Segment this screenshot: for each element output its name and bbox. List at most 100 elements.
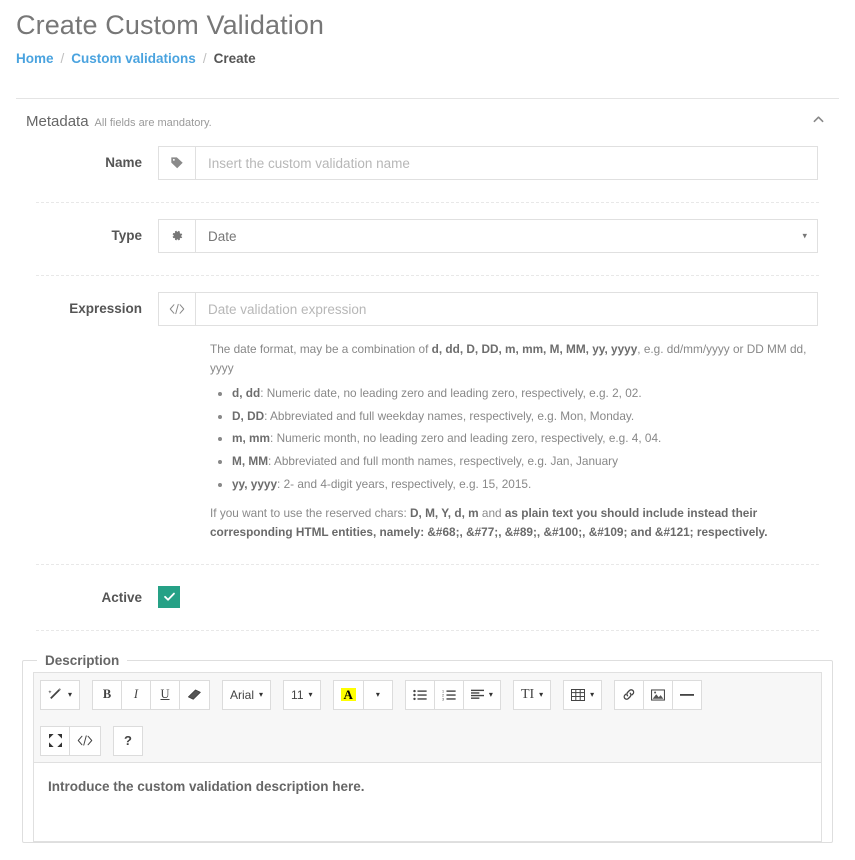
chevron-up-icon[interactable] <box>805 107 831 131</box>
highlight-color-icon[interactable]: A <box>332 679 364 710</box>
caret-icon: ▾ <box>539 690 544 700</box>
breadcrumb-separator: / <box>202 51 207 66</box>
caret-icon: ▾ <box>590 690 595 700</box>
list-item: m, mm: Numeric month, no leading zero an… <box>232 429 815 448</box>
line-height-label: TI <box>520 686 535 702</box>
toolbar-group-line-height: TI ▾ <box>512 679 552 710</box>
italic-icon[interactable]: I <box>121 679 152 710</box>
field-row-name: Name Insert the custom validation name <box>16 130 839 180</box>
caret-icon: ▾ <box>375 690 380 700</box>
line-height-icon[interactable]: TI ▾ <box>512 679 552 710</box>
description-legend: Description <box>45 652 120 668</box>
note-chars: D, M, Y, d, m <box>410 505 479 520</box>
caret-icon: ▾ <box>259 690 264 700</box>
editor-toolbar: ▾ B I U Arial ▾ 11 ▾ A ▾ 1 2 3 ▾ TI ▾ ▾ … <box>33 671 822 762</box>
gear-icon <box>158 219 195 253</box>
help-icon[interactable]: ? <box>113 725 143 756</box>
metadata-title: Metadata <box>26 113 89 130</box>
underline-icon[interactable]: U <box>150 679 181 710</box>
toolbar-group-table: ▾ <box>563 679 603 710</box>
table-icon[interactable]: ▾ <box>563 679 603 710</box>
unordered-list-icon[interactable] <box>404 679 435 710</box>
description-editor-body[interactable]: Introduce the custom validation descript… <box>33 761 822 842</box>
check-icon <box>163 593 175 602</box>
field-row-type: Type Date ▾ <box>16 203 839 253</box>
color-picker-caret-icon[interactable]: ▾ <box>362 679 393 710</box>
fullscreen-icon[interactable] <box>40 725 70 756</box>
help-intro-tokens: d, dd, D, DD, m, mm, M, MM, yy, yyyy <box>431 342 638 356</box>
horizontal-rule-icon[interactable] <box>672 679 703 710</box>
expression-label: Expression <box>69 301 142 316</box>
toolbar-group-style: ▾ <box>40 679 81 710</box>
metadata-subtitle: All fields are mandatory. <box>94 117 212 129</box>
toolbar-group-font-size: 11 ▾ <box>283 679 321 710</box>
toolbar-group-help: ? <box>113 725 143 756</box>
page-root: Create Custom Validation Home / Custom v… <box>0 10 855 843</box>
code-icon <box>158 292 195 326</box>
name-input-group: Insert the custom validation name <box>158 146 818 180</box>
toolbar-group-insert <box>614 679 703 710</box>
field-row-active: Active <box>16 565 839 608</box>
help-item-tokens: d, dd <box>232 386 261 401</box>
help-item-text: : Abbreviated and full weekday names, re… <box>264 408 635 423</box>
toolbar-group-font-family: Arial ▾ <box>222 679 272 710</box>
field-row-expression: Expression Date validation expression <box>16 276 839 326</box>
help-intro-prefix: The date format, may be a combination of <box>210 342 432 356</box>
ordered-list-icon[interactable]: 123 <box>433 679 464 710</box>
toolbar-group-view <box>40 725 101 756</box>
code-view-icon[interactable] <box>69 725 101 756</box>
paragraph-align-icon[interactable]: ▾ <box>462 679 501 710</box>
type-select[interactable]: Date ▾ <box>195 219 818 253</box>
tag-icon <box>158 146 195 180</box>
toolbar-group-lists: 123 ▾ <box>404 679 501 710</box>
help-item-text: : 2- and 4-digit years, respectively, e.… <box>277 476 532 491</box>
font-family-select[interactable]: Arial ▾ <box>222 679 272 710</box>
caret-icon: ▾ <box>68 690 73 700</box>
toolbar-group-color: A ▾ <box>332 679 393 710</box>
row-divider <box>36 629 819 631</box>
help-list: d, dd: Numeric date, no leading zero and… <box>210 384 815 494</box>
help-item-tokens: m, mm <box>232 431 271 446</box>
expression-help: The date format, may be a combination of… <box>16 340 839 542</box>
list-item: yy, yyyy: 2- and 4-digit years, respecti… <box>232 475 815 494</box>
expression-input-group: Date validation expression <box>158 292 818 326</box>
active-label: Active <box>101 589 142 605</box>
expression-input[interactable]: Date validation expression <box>195 292 818 326</box>
caret-icon: ▾ <box>308 690 313 700</box>
page-title: Create Custom Validation <box>16 10 325 40</box>
chevron-down-icon: ▾ <box>802 230 807 241</box>
breadcrumb-separator: / <box>60 51 65 66</box>
link-icon[interactable] <box>614 679 645 710</box>
rich-text-editor: ▾ B I U Arial ▾ 11 ▾ A ▾ 1 2 3 ▾ TI ▾ ▾ … <box>33 671 822 842</box>
help-item-text: : Abbreviated and full month names, resp… <box>268 454 618 469</box>
note-prefix: If you want to use the reserved chars: <box>210 505 410 520</box>
magic-wand-icon[interactable]: ▾ <box>40 679 81 710</box>
bold-icon[interactable]: B <box>92 679 123 710</box>
type-input-group: Date ▾ <box>158 219 818 253</box>
type-label: Type <box>111 228 142 243</box>
caret-icon: ▾ <box>488 690 493 700</box>
breadcrumb-link-home[interactable]: Home <box>16 51 54 66</box>
help-item-tokens: D, DD <box>232 408 265 423</box>
font-size-value: 11 <box>291 687 304 702</box>
help-item-tokens: yy, yyyy <box>232 476 278 491</box>
breadcrumb-current: Create <box>213 51 256 66</box>
help-intro: The date format, may be a combination of… <box>210 340 815 378</box>
breadcrumb: Home / Custom validations / Create <box>16 51 839 66</box>
font-family-value: Arial <box>230 687 255 702</box>
breadcrumb-link-custom-validations[interactable]: Custom validations <box>71 51 196 66</box>
font-size-select[interactable]: 11 ▾ <box>283 679 321 710</box>
active-checkbox[interactable] <box>158 585 180 608</box>
svg-text:3: 3 <box>442 697 444 701</box>
toolbar-group-format: B I U <box>92 679 211 710</box>
help-item-tokens: M, MM <box>232 454 269 469</box>
help-reserved-chars-note: If you want to use the reserved chars: D… <box>210 504 815 542</box>
highlight-letter: A <box>340 688 356 702</box>
name-input[interactable]: Insert the custom validation name <box>195 146 818 180</box>
eraser-icon[interactable] <box>179 679 211 710</box>
picture-icon[interactable] <box>643 679 674 710</box>
type-select-value: Date <box>208 228 237 244</box>
note-mid: and <box>478 505 505 520</box>
name-label: Name <box>105 155 142 170</box>
list-item: D, DD: Abbreviated and full weekday name… <box>232 407 815 426</box>
